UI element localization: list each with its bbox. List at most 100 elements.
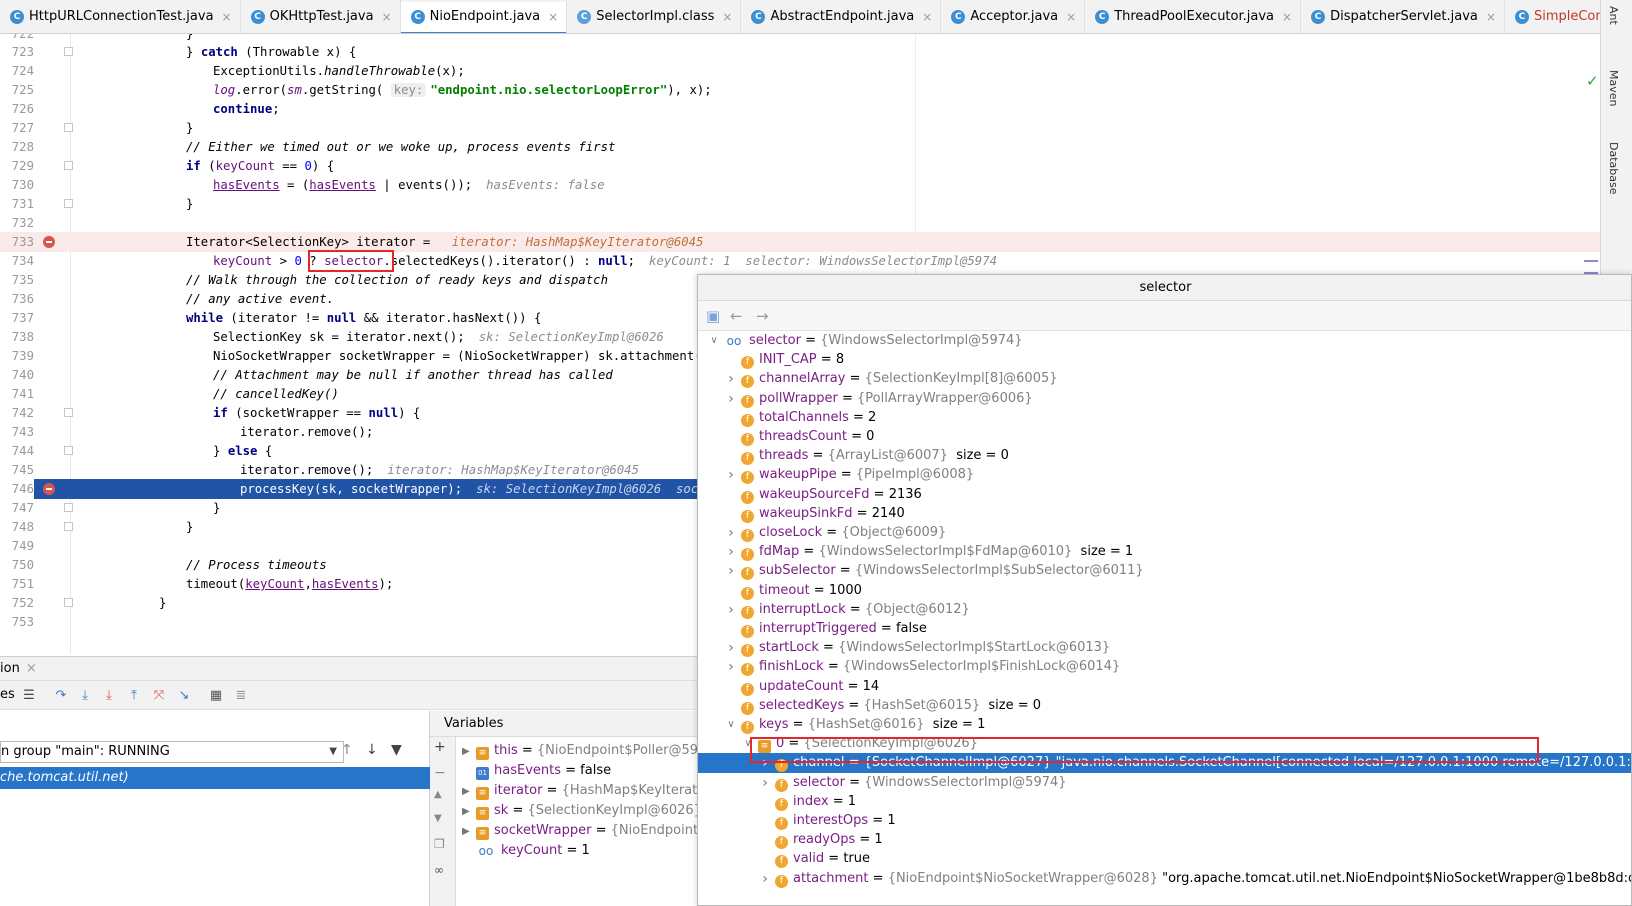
- fold-icon[interactable]: [64, 199, 73, 208]
- tree-row-attachment[interactable]: › f attachment = {NioEndpoint$NioSocketWra…: [698, 869, 1631, 889]
- tree-row-subselector[interactable]: › f subSelector = {WindowsSelectorImpl$Sub…: [698, 561, 1631, 581]
- scrollbar-marker-icon[interactable]: [1584, 260, 1598, 274]
- tree-row-readyops[interactable]: f readyOps = 1: [698, 830, 1631, 850]
- chevron-right-icon[interactable]: ›: [759, 869, 771, 889]
- chevron-right-icon[interactable]: ▶: [462, 802, 476, 821]
- chevron-right-icon[interactable]: ›: [725, 369, 737, 389]
- chevron-right-icon[interactable]: ›: [725, 657, 737, 677]
- move-down-icon[interactable]: ▼: [434, 813, 442, 824]
- run-to-cursor-icon[interactable]: ↘: [175, 687, 193, 705]
- debug-tab-label[interactable]: ion: [0, 661, 20, 676]
- tree-row-selector[interactable]: ∨ oo selector = {WindowsSelectorImpl@5974}: [698, 331, 1631, 351]
- forward-arrow-icon[interactable]: →: [756, 307, 769, 325]
- tree-row-fdmap[interactable]: › f fdMap = {WindowsSelectorImpl$FdMap@601…: [698, 542, 1631, 562]
- step-into-icon[interactable]: ⤓: [76, 687, 94, 705]
- step-over-icon[interactable]: ↷: [52, 687, 70, 705]
- tool-tab-ant[interactable]: Ant: [1607, 6, 1620, 25]
- variable-row[interactable]: ▶≡socketWrapper = {NioEndpoint$NioSocket…: [456, 821, 700, 841]
- fold-icon[interactable]: [64, 446, 73, 455]
- tree-row-timeout[interactable]: f timeout = 1000: [698, 581, 1631, 601]
- tree-row-selector[interactable]: › f selector = {WindowsSelectorImpl@5974}: [698, 773, 1631, 793]
- add-watch-icon[interactable]: +: [434, 739, 446, 755]
- fold-icon[interactable]: [64, 598, 73, 607]
- arrow-up-icon[interactable]: ↑: [341, 742, 353, 758]
- tree-row-interruptlock[interactable]: › f interruptLock = {Object@6012}: [698, 600, 1631, 620]
- move-up-icon[interactable]: ▲: [434, 789, 442, 800]
- tab-okhttptest[interactable]: C OKHttpTest.java ×: [241, 0, 401, 33]
- close-icon[interactable]: ×: [1066, 10, 1076, 24]
- close-icon[interactable]: ×: [722, 10, 732, 24]
- menu-icon[interactable]: ☰: [20, 687, 38, 705]
- close-icon[interactable]: ×: [922, 10, 932, 24]
- variable-row[interactable]: ▶≡iterator = {HashMap$KeyIterator@6045}: [456, 781, 700, 801]
- tree-row-wakeupsinkfd[interactable]: f wakeupSinkFd = 2140: [698, 504, 1631, 524]
- drop-frame-icon[interactable]: ⤧: [150, 687, 168, 705]
- copy-icon[interactable]: ❐: [434, 837, 445, 851]
- chevron-right-icon[interactable]: ›: [725, 389, 737, 409]
- tab-nioendpoint[interactable]: C NioEndpoint.java ×: [400, 1, 568, 33]
- watch-glasses-icon[interactable]: ∞: [434, 863, 444, 877]
- stack-frame-row[interactable]: che.tomcat.util.net): [0, 767, 430, 789]
- chevron-right-icon[interactable]: ▶: [462, 742, 476, 761]
- tree-row-finishlock[interactable]: › f finishLock = {WindowsSelectorImpl$Fini…: [698, 657, 1631, 677]
- breakpoint-icon[interactable]: [43, 236, 55, 248]
- module-icon[interactable]: ▣: [706, 307, 720, 325]
- close-icon[interactable]: ×: [222, 10, 232, 24]
- trace-icon[interactable]: ≣: [232, 687, 250, 705]
- tree-row-valid[interactable]: f valid = true: [698, 849, 1631, 869]
- tree-row-updatecount[interactable]: f updateCount = 14: [698, 677, 1631, 697]
- close-icon[interactable]: ×: [548, 10, 558, 24]
- variable-row[interactable]: ▶≡this = {NioEndpoint$Poller@5972}: [456, 741, 700, 761]
- close-icon[interactable]: ×: [1486, 10, 1496, 24]
- chevron-right-icon[interactable]: ›: [725, 561, 737, 581]
- chevron-right-icon[interactable]: ›: [759, 773, 771, 793]
- chevron-right-icon[interactable]: ›: [725, 523, 737, 543]
- tab-acceptor[interactable]: C Acceptor.java ×: [941, 0, 1086, 33]
- tab-httpurlconnectiontest[interactable]: C HttpURLConnectionTest.java ×: [0, 0, 241, 33]
- tree-row-threadscount[interactable]: f threadsCount = 0: [698, 427, 1631, 447]
- tab-selectorimpl[interactable]: C SelectorImpl.class ×: [567, 0, 742, 33]
- breakpoint-icon[interactable]: [43, 483, 55, 495]
- remove-watch-icon[interactable]: −: [434, 765, 446, 781]
- close-icon[interactable]: ×: [1282, 10, 1292, 24]
- thread-selector[interactable]: n group "main": RUNNING ▼: [0, 741, 344, 763]
- tool-tab-database[interactable]: Database: [1607, 142, 1620, 195]
- chevron-right-icon[interactable]: ›: [725, 465, 737, 485]
- tree-row-interrupttriggered[interactable]: f interruptTriggered = false: [698, 619, 1631, 639]
- frames-tab-label[interactable]: es: [0, 687, 15, 702]
- back-arrow-icon[interactable]: ←: [730, 307, 743, 325]
- variable-row[interactable]: oo keyCount = 1: [456, 841, 700, 861]
- chevron-down-icon[interactable]: ∨: [708, 331, 720, 351]
- tree-row-wakeuppipe[interactable]: › f wakeupPipe = {PipeImpl@6008}: [698, 465, 1631, 485]
- close-icon[interactable]: ×: [26, 661, 37, 676]
- tree-row-wakeupsourcefd[interactable]: f wakeupSourceFd = 2136: [698, 485, 1631, 505]
- variable-row[interactable]: ▶ ≡ sk = {SelectionKeyImpl@6026}: [456, 801, 700, 821]
- fold-icon[interactable]: [64, 123, 73, 132]
- variable-row[interactable]: 01 hasEvents = false: [456, 761, 700, 781]
- arrow-down-icon[interactable]: ↓: [366, 742, 378, 758]
- evaluate-expression-icon[interactable]: ▦: [207, 687, 225, 705]
- tab-threadpoolexecutor[interactable]: C ThreadPoolExecutor.java ×: [1085, 0, 1302, 33]
- tree-row-interestops[interactable]: f interestOps = 1: [698, 811, 1631, 831]
- fold-icon[interactable]: [64, 522, 73, 531]
- tab-dispatcherservlet[interactable]: C DispatcherServlet.java ×: [1301, 0, 1505, 33]
- tree-row-index[interactable]: f index = 1: [698, 792, 1631, 812]
- fold-icon[interactable]: [64, 408, 73, 417]
- force-step-into-icon[interactable]: ⤓: [100, 687, 118, 705]
- tree-row-init-cap[interactable]: f INIT_CAP = 8: [698, 350, 1631, 370]
- close-icon[interactable]: ×: [382, 10, 392, 24]
- fold-icon[interactable]: [64, 47, 73, 56]
- tree-row-keys[interactable]: ∨ f keys = {HashSet@6016} size = 1: [698, 715, 1631, 735]
- tree-row-totalchannels[interactable]: f totalChannels = 2: [698, 408, 1631, 428]
- tree-row-channelarray[interactable]: › f channelArray = {SelectionKeyImpl[8]@60…: [698, 369, 1631, 389]
- fold-icon[interactable]: [64, 161, 73, 170]
- tree-row-closelock[interactable]: › f closeLock = {Object@6009}: [698, 523, 1631, 543]
- tree-row-selectedkeys[interactable]: f selectedKeys = {HashSet@6015} size = 0: [698, 696, 1631, 716]
- tool-tab-maven[interactable]: Maven: [1607, 70, 1620, 106]
- tree-row-threads[interactable]: f threads = {ArrayList@6007} size = 0: [698, 446, 1631, 466]
- chevron-right-icon[interactable]: ▶: [462, 782, 476, 801]
- chevron-right-icon[interactable]: ›: [725, 542, 737, 562]
- tree-row-startlock[interactable]: › f startLock = {WindowsSelectorImpl$Start…: [698, 638, 1631, 658]
- chevron-down-icon[interactable]: ∨: [725, 715, 737, 735]
- chevron-right-icon[interactable]: ›: [725, 638, 737, 658]
